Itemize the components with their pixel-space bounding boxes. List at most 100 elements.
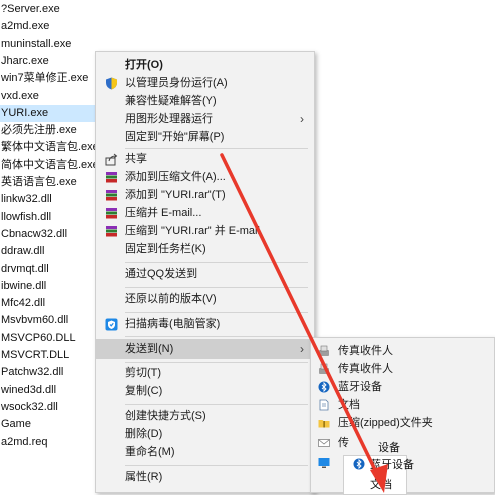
winrar-icon xyxy=(105,207,118,220)
menu-item-send-via-qq[interactable]: 通过QQ发送到 xyxy=(96,266,314,283)
file-list-item[interactable]: Game xyxy=(0,416,31,433)
file-list-item[interactable]: 繁体中文语言包.exe xyxy=(0,139,99,156)
send-to-fax-recipient[interactable]: 传真收件人 xyxy=(311,342,494,360)
menu-item-label: 重命名(M) xyxy=(125,446,175,458)
menu-item-compress-to-yuri-rar-email[interactable]: 压缩到 "YURI.rar" 并 E-mail xyxy=(96,223,314,240)
menu-item-add-to-archive[interactable]: 添加到压缩文件(A)... xyxy=(96,169,314,186)
menu-item-label: 固定到任务栏(K) xyxy=(125,243,206,255)
winrar-icon xyxy=(105,225,118,238)
winrar-icon xyxy=(105,171,118,184)
file-list-item[interactable]: ?Server.exe xyxy=(0,1,60,18)
menu-item-open[interactable]: 打开(O) xyxy=(96,57,314,74)
send-to-fax-recipient[interactable]: 传真收件人 xyxy=(311,360,494,378)
menu-separator xyxy=(125,148,308,149)
chevron-right-icon: › xyxy=(300,342,304,356)
menu-separator xyxy=(125,404,308,405)
menu-item-label: 创建快捷方式(S) xyxy=(125,410,206,422)
send-to-label: 压缩(zipped)文件夹 xyxy=(338,417,433,429)
menu-item-label: 剪切(T) xyxy=(125,367,162,379)
desktop-icon xyxy=(318,457,330,469)
file-list-item[interactable]: Jharc.exe xyxy=(0,53,49,70)
menu-item-cut[interactable]: 剪切(T) xyxy=(96,365,314,382)
overlay-device-text: 设备 xyxy=(378,442,400,454)
menu-item-pin-to-taskbar[interactable]: 固定到任务栏(K) xyxy=(96,241,314,258)
file-list-item[interactable]: YURI.exe xyxy=(0,104,97,122)
winrar-icon xyxy=(105,189,118,202)
file-list-item[interactable]: 英语语言包.exe xyxy=(0,174,77,191)
mail-icon xyxy=(318,437,330,449)
document-icon xyxy=(318,399,330,411)
menu-item-run-with-gpu[interactable]: 用图形处理器运行 › xyxy=(96,111,314,128)
fax-icon xyxy=(318,345,330,357)
send-to-mail[interactable]: 传 xyxy=(311,434,494,452)
overlay-bluetooth-text: 蓝牙设备 xyxy=(370,459,414,471)
file-list-item[interactable]: vxd.exe xyxy=(0,88,39,105)
menu-separator xyxy=(125,262,308,263)
menu-item-share[interactable]: 共享 xyxy=(96,151,314,168)
file-list-item[interactable]: linkw32.dll xyxy=(0,191,52,208)
send-to-zip-folder[interactable]: 压缩(zipped)文件夹 xyxy=(311,414,494,432)
menu-item-compress-email[interactable]: 压缩并 E-mail... xyxy=(96,205,314,222)
menu-item-label: 共享 xyxy=(125,153,147,165)
menu-item-create-shortcut[interactable]: 创建快捷方式(S) xyxy=(96,408,314,425)
menu-separator xyxy=(125,287,308,288)
menu-item-run-as-admin[interactable]: 以管理员身份运行(A) xyxy=(96,75,314,92)
menu-separator xyxy=(125,465,308,466)
menu-item-label: 压缩并 E-mail... xyxy=(125,207,202,219)
share-icon xyxy=(105,153,118,166)
menu-item-label: 复制(C) xyxy=(125,385,163,397)
fax-icon xyxy=(318,363,330,375)
menu-item-copy[interactable]: 复制(C) xyxy=(96,383,314,400)
file-list-item[interactable]: a2md.exe xyxy=(0,18,49,35)
send-to-label: 传真收件人 xyxy=(338,345,393,357)
menu-item-rename[interactable]: 重命名(M) xyxy=(96,444,314,461)
file-list-item[interactable]: ddraw.dll xyxy=(0,243,44,260)
menu-item-label: 固定到"开始"屏幕(P) xyxy=(125,131,225,143)
file-list-item[interactable]: MSVCRT.DLL xyxy=(0,347,69,364)
menu-item-label: 打开(O) xyxy=(125,59,163,71)
menu-item-label: 扫描病毒(电脑管家) xyxy=(125,318,221,330)
file-list-item[interactable]: llowfish.dll xyxy=(0,209,51,226)
file-list-item[interactable]: Msvbvm60.dll xyxy=(0,312,68,329)
file-list-item[interactable]: MSVCP60.DLL xyxy=(0,330,76,347)
file-list-item[interactable]: win7菜单修正.exe xyxy=(0,70,88,87)
menu-item-delete[interactable]: 删除(D) xyxy=(96,426,314,443)
menu-item-label: 以管理员身份运行(A) xyxy=(125,77,228,89)
send-to-label: 文档 xyxy=(338,399,360,411)
file-list-item[interactable]: drvmqt.dll xyxy=(0,261,49,278)
menu-separator xyxy=(125,312,308,313)
file-list-item[interactable]: 简体中文语言包.exe xyxy=(0,157,99,174)
menu-item-label: 删除(D) xyxy=(125,428,163,440)
menu-item-scan-virus[interactable]: 扫描病毒(电脑管家) xyxy=(96,316,314,333)
send-to-label: 蓝牙设备 xyxy=(338,381,382,393)
file-list-item[interactable]: ibwine.dll xyxy=(0,278,46,295)
menu-item-label: 压缩到 "YURI.rar" 并 E-mail xyxy=(125,225,260,237)
send-to-label: 传真收件人 xyxy=(338,363,393,375)
menu-item-pin-to-start[interactable]: 固定到"开始"屏幕(P) xyxy=(96,129,314,146)
menu-item-label: 添加到压缩文件(A)... xyxy=(125,171,226,183)
file-list-item[interactable]: Mfc42.dll xyxy=(0,295,45,312)
send-to-bluetooth[interactable]: 蓝牙设备 xyxy=(311,378,494,396)
send-to-documents[interactable]: 文档 xyxy=(311,396,494,414)
guard-icon xyxy=(105,318,118,331)
menu-separator xyxy=(125,362,308,363)
file-list-item[interactable]: 必须先注册.exe xyxy=(0,122,77,139)
menu-item-compat-troubleshoot[interactable]: 兼容性疑难解答(Y) xyxy=(96,93,314,110)
menu-item-label: 属性(R) xyxy=(125,471,163,483)
menu-item-add-to-yuri-rar[interactable]: 添加到 "YURI.rar"(T) xyxy=(96,187,314,204)
file-list-item[interactable]: a2md.req xyxy=(0,434,47,451)
file-list-item[interactable]: wsock32.dll xyxy=(0,399,58,416)
menu-item-label: 发送到(N) xyxy=(125,343,174,355)
menu-item-restore-previous[interactable]: 还原以前的版本(V) xyxy=(96,291,314,308)
menu-item-label: 还原以前的版本(V) xyxy=(125,293,217,305)
bluetooth-icon xyxy=(353,458,365,473)
file-list-item[interactable]: Patchw32.dll xyxy=(0,364,63,381)
file-list-item[interactable]: Cbnacw32.dll xyxy=(0,226,67,243)
menu-item-properties[interactable]: 属性(R) xyxy=(96,469,314,486)
menu-item-send-to[interactable]: 发送到(N) › xyxy=(96,339,314,359)
file-list-item[interactable]: muninstall.exe xyxy=(0,36,71,53)
chevron-right-icon: › xyxy=(300,112,304,126)
bluetooth-icon xyxy=(318,381,330,393)
shield-icon xyxy=(105,77,118,90)
file-list-item[interactable]: wined3d.dll xyxy=(0,382,56,399)
